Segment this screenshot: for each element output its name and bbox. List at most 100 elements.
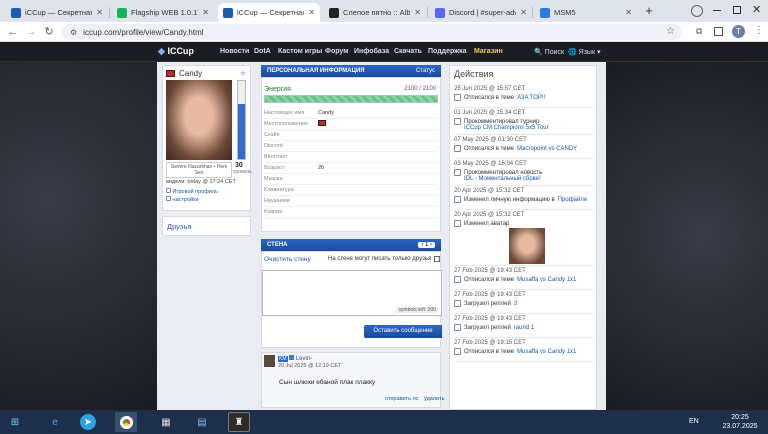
browser-tab-strip: iCCup — Секретная ✕ Flagship WEB 1.0.17 ✕ iC… [0, 0, 768, 22]
activity-link[interactable]: Профайле [558, 197, 587, 203]
personal-info-card: Энергия 2100 / 2100 Настоящее имя Candy Ме… [261, 77, 441, 232]
verified-icon [289, 355, 295, 360]
activity-date: 27 Feb 2025 @ 19:43 CET [454, 292, 526, 298]
activity-link[interactable]: A3A TOP!! [517, 95, 545, 101]
energy-bar-fill [265, 96, 437, 102]
tab-close-icon[interactable]: ✕ [625, 8, 632, 17]
tab-search-icon[interactable] [691, 5, 703, 17]
input-language[interactable]: EN [689, 418, 699, 425]
avatar [166, 80, 232, 160]
info-row: Возраст 26 [262, 163, 438, 174]
tab[interactable]: iCCup — Секретная ✕ [6, 3, 108, 22]
clear-wall-link[interactable]: Очистить стену [264, 256, 311, 263]
activity-link[interactable]: 3 [514, 301, 517, 307]
tab-close-icon[interactable]: ✕ [520, 8, 527, 17]
info-row: ВКонтакт [262, 152, 438, 163]
browser-toolbar: ← → ↻ ⚙ iccup.com/profile/view/Candy.htm… [0, 22, 768, 42]
nav-link[interactable]: DotA [254, 48, 271, 55]
nav-link[interactable]: Кастом игры [278, 48, 322, 55]
activity-link[interactable]: IDL - Моментальный сбрве! [464, 176, 541, 182]
activity-link[interactable]: Musaffa vs Candy 1x1 [517, 277, 576, 283]
back-button[interactable]: ← [6, 25, 20, 39]
activity-text: Изменил аватар [464, 220, 510, 227]
activity-link[interactable]: Musaffa vs Candy 1x1 [517, 349, 576, 355]
sidebar-icon[interactable] [714, 27, 723, 36]
tab-favicon-icon [540, 7, 550, 18]
activity-type-icon [454, 348, 461, 355]
tab[interactable]: MSM5 ✕ [535, 3, 637, 22]
favorite-star-icon[interactable]: ★ [239, 68, 247, 79]
activity-link[interactable]: ICCup CM Champions 5x5 Tour [464, 125, 549, 131]
nav-link[interactable]: Магазин [474, 48, 503, 55]
language-selector[interactable]: 🌐 Язык ▾ [568, 48, 601, 56]
close-window-button[interactable]: ✕ [752, 3, 761, 16]
tab-title: iCCup — Секретная [25, 8, 93, 17]
nav-link[interactable]: Форум [325, 48, 348, 55]
activity-type-icon [454, 276, 461, 283]
activity-text: Изменил личную информацию в [464, 196, 555, 203]
profile-avatar[interactable]: T [732, 25, 745, 38]
tab[interactable]: Слепое пятно :: Alb ✕ [324, 3, 426, 22]
wall-pager[interactable]: ‹ 1 › [418, 242, 435, 248]
activity-date: 20 Apr 2025 @ 15:32 CET [454, 212, 525, 218]
delete-post-link[interactable]: удалить [424, 396, 445, 402]
submit-message-button[interactable]: Оставить сообщение [364, 325, 442, 338]
extensions-icon[interactable]: ⧉ [696, 26, 702, 37]
file-explorer-icon[interactable]: ▤ [191, 412, 213, 432]
clock-time[interactable]: 20:25 [727, 414, 753, 421]
forward-button[interactable]: → [24, 25, 38, 39]
page-content: Candy ★ Severe Nazarkhan • Heni Sex 30 у… [157, 62, 606, 410]
site-top-navigation: ◆ ICCup Новости DotA Кастом игры Форум Инфоб… [0, 42, 768, 62]
friends-title[interactable]: Друзья [167, 222, 191, 231]
clock-date[interactable]: 23.07.2025 [718, 423, 762, 430]
info-label: Настоящее имя [264, 110, 305, 116]
post-avatar [264, 355, 275, 367]
minimize-button[interactable] [713, 10, 721, 11]
settings-link[interactable]: настройки [166, 196, 199, 203]
info-label: Местоположение [264, 121, 309, 127]
activity-date: 03 May 2025 @ 16:04 CET [454, 161, 527, 167]
settings-icon [166, 196, 171, 201]
game-profile-link[interactable]: Игровой профиль [166, 188, 218, 195]
new-tab-button[interactable]: + [641, 3, 657, 19]
site-logo[interactable]: ◆ ICCup [158, 46, 194, 57]
chrome-icon[interactable] [115, 412, 137, 432]
internet-explorer-icon[interactable]: e [44, 412, 66, 432]
tab-close-icon[interactable]: ✕ [202, 8, 209, 17]
send-pm-link[interactable]: отправить лс [385, 396, 418, 402]
search-link[interactable]: 🔍 Поиск [534, 48, 564, 56]
tab[interactable]: Flagship WEB 1.0.17 ✕ [112, 3, 214, 22]
activity-text: Отписался в теме [464, 348, 515, 355]
tab-close-icon[interactable]: ✕ [414, 8, 421, 17]
activity-date: 25 Jun 2025 @ 15:57 CET [454, 86, 526, 92]
tab[interactable]: Discord | #super-adv ✕ [430, 3, 532, 22]
tab-title: Discord | #super-adv [449, 8, 517, 17]
nav-link[interactable]: Новости [220, 48, 249, 55]
activity-type-icon [454, 300, 461, 307]
nav-link[interactable]: Инфобаза [354, 48, 389, 55]
start-button[interactable]: ⊞ [4, 412, 26, 432]
maximize-button[interactable] [733, 6, 741, 14]
activity-type-icon [454, 169, 461, 176]
info-label: Клавиатура [264, 187, 294, 193]
nav-link[interactable]: Поддержка [428, 48, 467, 55]
tab-close-icon[interactable]: ✕ [96, 8, 103, 17]
activity-link[interactable]: Macropoint vs CANDY [517, 146, 577, 152]
activity-date: 01 Jun 2025 @ 15:34 CET [454, 110, 526, 116]
bookmark-star-icon[interactable]: ☆ [666, 26, 675, 37]
nav-link[interactable]: Скачать [394, 48, 422, 55]
tab[interactable]: iCCup — Секретная ✕ [218, 3, 320, 22]
activity-link[interactable]: raund 1 [514, 325, 534, 331]
friends-only-checkbox[interactable] [434, 256, 440, 262]
site-info-icon[interactable]: ⚙ [70, 28, 77, 37]
address-bar[interactable]: ⚙ iccup.com/profile/view/Candy.html [62, 24, 682, 40]
browser-menu-icon[interactable]: ⋮ [754, 25, 764, 36]
game-profile-icon [166, 188, 171, 193]
wall-card: Очистить стену На стене могут писать тол… [261, 251, 442, 348]
tab-close-icon[interactable]: ✕ [308, 8, 315, 17]
reload-button[interactable]: ↻ [42, 25, 56, 39]
post-author[interactable]: Levin- [296, 356, 312, 362]
telegram-icon[interactable]: ➤ [80, 414, 96, 430]
game-client-icon[interactable]: ♜ [228, 412, 250, 432]
calculator-icon[interactable]: ▦ [155, 412, 177, 432]
